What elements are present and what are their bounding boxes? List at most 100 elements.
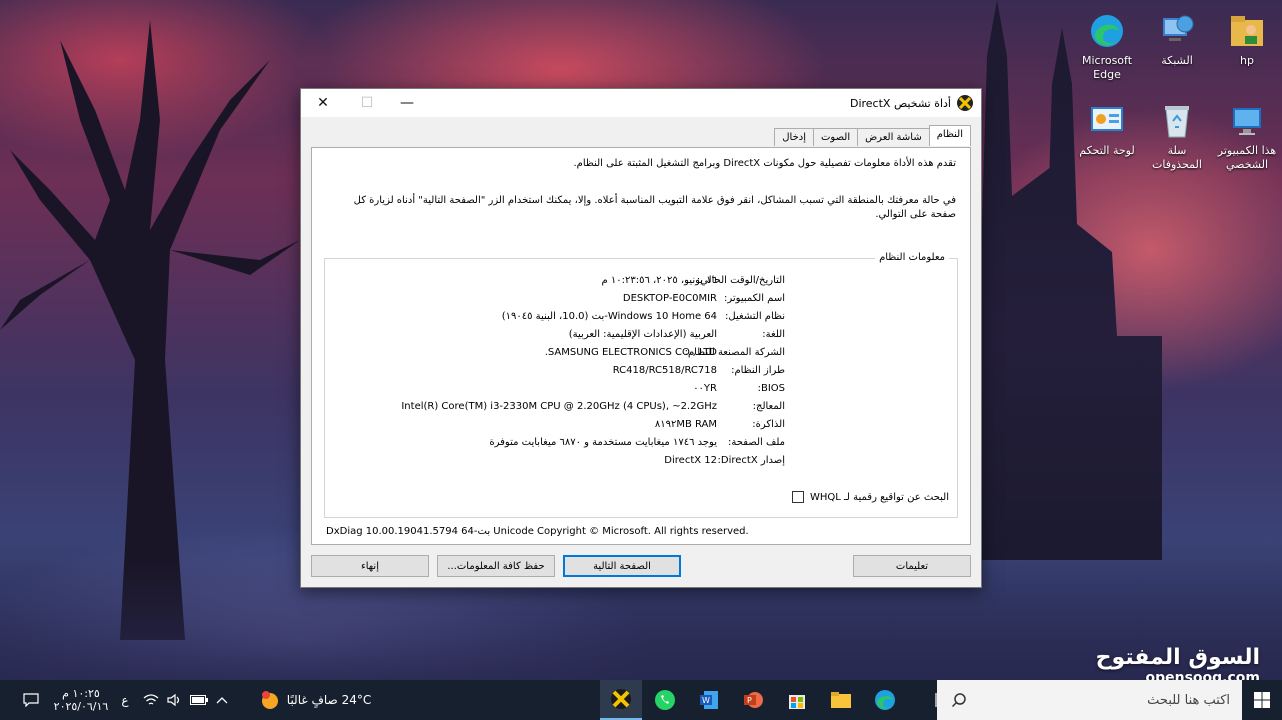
- user-folder-icon: [1226, 10, 1268, 52]
- info-value: DirectX 12: [664, 455, 717, 466]
- powerpoint-icon: P: [744, 692, 763, 708]
- info-value: العربية (الإعدادات الإقليمية: العربية): [568, 329, 717, 340]
- group-title: معلومات النظام: [875, 252, 949, 263]
- tab-input[interactable]: إدخال: [774, 128, 815, 146]
- clock[interactable]: ١٠:٢٥ م ٢٠٢٥/٠٦/١٦: [50, 680, 112, 720]
- info-value: ٠٠YR: [693, 383, 717, 394]
- directx-icon: [611, 689, 631, 709]
- network-icon: [1156, 10, 1198, 52]
- taskbar-app-word[interactable]: W: [688, 680, 730, 720]
- battery-icon[interactable]: [188, 680, 210, 720]
- wifi-icon[interactable]: [140, 680, 162, 720]
- minimize-button[interactable]: —: [385, 89, 429, 117]
- svg-text:W: W: [702, 696, 710, 705]
- tree-silhouette: [0, 20, 300, 640]
- info-row-directx-version: إصدار DirectX: DirectX 12: [325, 455, 957, 471]
- windows-logo-icon: [1254, 692, 1270, 708]
- minimize-icon: —: [400, 95, 414, 111]
- word-icon: W: [700, 691, 718, 709]
- desktop-icon-label: سلة المحذوفات: [1152, 144, 1202, 171]
- search-placeholder: اكتب هنا للبحث: [1147, 692, 1230, 708]
- info-value: ٨١٩٢MB RAM: [654, 419, 717, 430]
- desktop-icon-label: هذا الكمبيوتر الشخصي: [1217, 144, 1277, 171]
- intro-text: تقدم هذه الأداة معلومات تفصيلية حول مكون…: [573, 158, 956, 169]
- info-row-model: طراز النظام: RC418/RC518/RC718: [325, 365, 957, 381]
- info-value: ١٦ يونيو، ٢٠٢٥، ١٠:٢٣:٥٦ م: [601, 275, 718, 286]
- info-row-os: نظام التشغيل: Windows 10 Home 64-بت (10.…: [325, 311, 957, 327]
- edge-icon: [875, 690, 895, 710]
- window-title: أداة تشخيص DirectX: [849, 97, 951, 110]
- taskbar-search-box[interactable]: اكتب هنا للبحث: [937, 680, 1242, 720]
- volume-icon[interactable]: [164, 680, 186, 720]
- desktop-icon-hp[interactable]: hp: [1213, 10, 1281, 68]
- desktop-icon-label: hp: [1240, 54, 1254, 67]
- taskbar-app-file-explorer[interactable]: [820, 680, 862, 720]
- info-row-memory: الذاكرة: ٨١٩٢MB RAM: [325, 419, 957, 435]
- info-row-page-file: ملف الصفحة: يوجد ١٧٤٦ ميغابايت مستخدمة و…: [325, 437, 957, 453]
- taskbar-app-powerpoint[interactable]: P: [732, 680, 774, 720]
- info-row-language: اللغة: العربية (الإعدادات الإقليمية: الع…: [325, 329, 957, 345]
- clock-time: ١٠:٢٥ م: [62, 687, 100, 700]
- desktop-icon-recycle-bin[interactable]: سلة المحذوفات: [1143, 100, 1211, 172]
- taskbar-app-whatsapp[interactable]: [644, 680, 686, 720]
- weather-sun-icon: [261, 691, 278, 709]
- info-value: Windows 10 Home 64-بت (10.0، البنية ١٩٠٤…: [501, 311, 717, 322]
- whql-label: البحث عن تواقيع رقمية لـ WHQL: [809, 491, 949, 503]
- desktop-icon-this-pc[interactable]: هذا الكمبيوتر الشخصي: [1213, 100, 1281, 172]
- system-info-group: معلومات النظام التاريخ/الوقت الحالي: ١٦ …: [324, 252, 958, 518]
- system-tab-panel: تقدم هذه الأداة معلومات تفصيلية حول مكون…: [311, 147, 971, 545]
- desktop-icon-network[interactable]: الشبكة: [1143, 10, 1211, 68]
- chevron-up-icon[interactable]: [212, 680, 232, 720]
- exit-button[interactable]: إنهاء: [311, 555, 429, 577]
- taskbar: ١٠:٢٥ م ٢٠٢٥/٠٦/١٦ ع 24°C صافٍ غالبًا W …: [0, 680, 1282, 720]
- weather-widget[interactable]: 24°C صافٍ غالبًا: [250, 680, 380, 720]
- whql-checkbox[interactable]: [791, 491, 804, 503]
- info-row-processor: المعالج: Intel(R) Core(TM) i3-2330M CPU …: [325, 401, 957, 417]
- tab-display[interactable]: شاشة العرض: [857, 128, 930, 146]
- taskbar-app-edge[interactable]: [864, 680, 906, 720]
- info-row-manufacturer: الشركة المصنعة للنظام: SAMSUNG ELECTRONI…: [325, 347, 957, 363]
- intro-help-text: في حالة معرفتك بالمنطقة التي تسبب المشاك…: [353, 195, 956, 220]
- copyright-text: DxDiag 10.00.19041.5794 64-بت Unicode Co…: [326, 526, 749, 537]
- store-icon: [789, 695, 805, 709]
- language-indicator[interactable]: ع: [116, 680, 134, 720]
- close-icon: ✕: [317, 95, 329, 111]
- desktop-icon-control-panel[interactable]: لوحة التحكم: [1073, 100, 1141, 158]
- svg-text:P: P: [747, 696, 752, 705]
- info-value: RC418/RC518/RC718: [612, 365, 717, 376]
- maximize-button: ☐: [345, 89, 389, 117]
- tab-sound[interactable]: الصوت: [813, 128, 859, 146]
- info-value: DESKTOP-E0C0MIR: [622, 293, 717, 304]
- edge-icon: [1086, 10, 1128, 52]
- desktop-icon-label: لوحة التحكم: [1079, 144, 1135, 157]
- taskbar-app-dxdiag[interactable]: [600, 680, 642, 720]
- title-bar[interactable]: ✕ ☐ — أداة تشخيص DirectX: [301, 89, 981, 117]
- notifications-button[interactable]: [14, 680, 48, 720]
- tab-system[interactable]: النظام: [928, 125, 971, 146]
- info-value: Intel(R) Core(TM) i3-2330M CPU @ 2.20GHz…: [401, 401, 717, 412]
- maximize-icon: ☐: [360, 95, 374, 111]
- computer-icon: [1226, 100, 1268, 142]
- folder-icon: [831, 692, 851, 708]
- watermark-brand: السوق المفتوح: [1095, 645, 1260, 670]
- next-page-button[interactable]: الصفحة التالية: [563, 555, 681, 577]
- search-icon: [951, 693, 966, 708]
- control-panel-icon: [1086, 100, 1128, 142]
- desktop-icon-edge[interactable]: Microsoft Edge: [1073, 10, 1141, 82]
- close-button[interactable]: ✕: [301, 89, 345, 117]
- tab-strip: النظام شاشة العرض الصوت إدخال: [774, 125, 971, 146]
- desktop-icon-label: Microsoft Edge: [1081, 54, 1133, 81]
- info-row-computer-name: اسم الكمبيوتر: DESKTOP-E0C0MIR: [325, 293, 957, 309]
- notification-icon: [23, 693, 39, 707]
- save-all-info-button[interactable]: حفظ كافة المعلومات...: [437, 555, 555, 577]
- dxdiag-window: ✕ ☐ — أداة تشخيص DirectX النظام شاشة الع…: [300, 88, 982, 588]
- clock-date: ٢٠٢٥/٠٦/١٦: [53, 700, 109, 713]
- info-value: يوجد ١٧٤٦ ميغابايت مستخدمة و ٦٨٧٠ ميغابا…: [489, 437, 717, 448]
- info-value: SAMSUNG ELECTRONICS CO., LTD.: [544, 347, 717, 358]
- start-button[interactable]: [1242, 680, 1282, 720]
- taskbar-app-store[interactable]: [776, 680, 818, 720]
- weather-text: 24°C صافٍ غالبًا: [286, 693, 372, 707]
- info-row-datetime: التاريخ/الوقت الحالي: ١٦ يونيو، ٢٠٢٥، ١٠…: [325, 275, 957, 291]
- help-button[interactable]: تعليمات: [853, 555, 971, 577]
- whql-checkbox-row[interactable]: البحث عن تواقيع رقمية لـ WHQL: [791, 491, 949, 503]
